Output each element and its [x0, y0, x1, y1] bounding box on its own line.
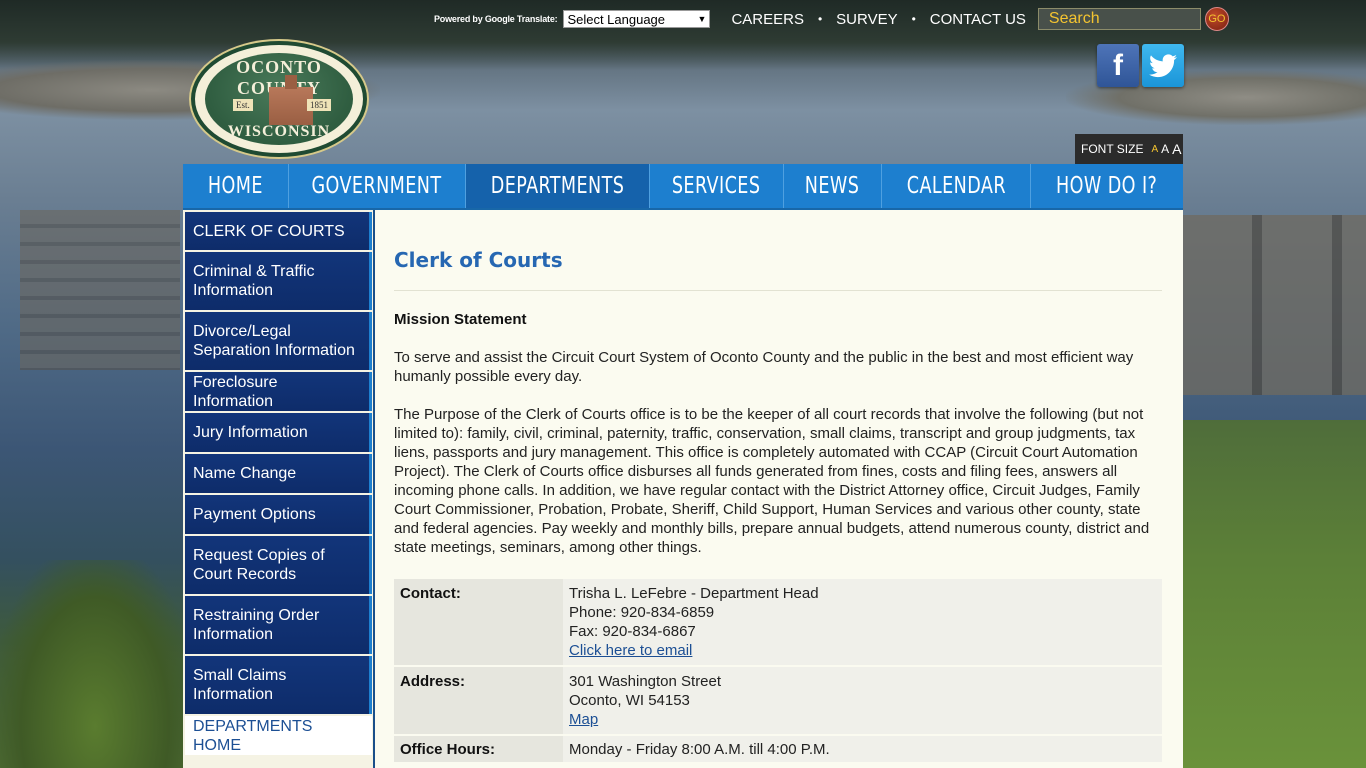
font-size-control: FONT SIZE A A A	[1075, 134, 1183, 164]
sidebar: CLERK OF COURTS Criminal & Traffic Infor…	[183, 210, 375, 768]
address-label: Address:	[394, 667, 563, 734]
nav-departments-label: DEPARTMENTS	[490, 173, 625, 199]
font-size-small-button[interactable]: A	[1151, 144, 1158, 155]
nav-home-label: HOME	[207, 173, 264, 199]
address-value: 301 Washington Street Oconto, WI 54153 M…	[563, 667, 1162, 734]
sidebar-item-jury[interactable]: Jury Information	[185, 413, 372, 452]
info-table: Contact: Trisha L. LeFebre - Department …	[394, 577, 1162, 764]
title-divider	[394, 290, 1162, 291]
search-input[interactable]: Search	[1037, 8, 1201, 30]
social-links: f	[1097, 44, 1184, 87]
table-row: Office Hours: Monday - Friday 8:00 A.M. …	[394, 736, 1162, 762]
logo-seal: OCONTO COUNTY Est. 1851 WISCONSIN	[205, 53, 353, 145]
sidebar-item-name-change[interactable]: Name Change	[185, 454, 372, 493]
main-navigation: HOME GOVERNMENT DEPARTMENTS SERVICES NEW…	[183, 164, 1183, 210]
sidebar-item-foreclosure[interactable]: Foreclosure Information	[185, 372, 372, 411]
nav-government[interactable]: GOVERNMENT	[289, 164, 466, 208]
twitter-icon[interactable]	[1142, 44, 1184, 87]
address-city: Oconto, WI 54153	[569, 692, 690, 709]
hours-label: Office Hours:	[394, 736, 563, 762]
hours-value: Monday - Friday 8:00 A.M. till 4:00 P.M.	[563, 736, 1162, 762]
nav-news-label: NEWS	[805, 173, 860, 199]
survey-link[interactable]: SURVEY	[836, 11, 897, 28]
logo-bottom-text: WISCONSIN	[227, 123, 331, 140]
utility-bar: Powered by Google Translate: Select Lang…	[434, 6, 1229, 32]
font-size-label: FONT SIZE	[1081, 142, 1144, 156]
search-placeholder: Search	[1048, 10, 1100, 27]
mission-heading: Mission Statement	[394, 311, 527, 328]
contact-value: Trisha L. LeFebre - Department Head Phon…	[563, 579, 1162, 665]
sidebar-item-request-copies[interactable]: Request Copies of Court Records	[185, 536, 372, 594]
nav-government-label: GOVERNMENT	[311, 173, 443, 199]
sidebar-item-small-claims[interactable]: Small Claims Information	[185, 656, 372, 714]
chevron-down-icon: ▼	[697, 14, 707, 24]
nav-departments[interactable]: DEPARTMENTS	[466, 164, 650, 208]
sidebar-item-departments-home[interactable]: DEPARTMENTS HOME	[185, 716, 372, 755]
nav-calendar[interactable]: CALENDAR	[882, 164, 1031, 208]
nav-calendar-label: CALENDAR	[906, 173, 1006, 199]
contact-phone: Phone: 920-834-6859	[569, 604, 715, 621]
background-grass-right	[1182, 420, 1366, 768]
separator-dot: •	[911, 12, 916, 26]
contact-fax: Fax: 920-834-6867	[569, 623, 696, 640]
sidebar-item-payment-options[interactable]: Payment Options	[185, 495, 372, 534]
table-row: Contact: Trisha L. LeFebre - Department …	[394, 579, 1162, 665]
email-link[interactable]: Click here to email	[569, 642, 692, 659]
sidebar-item-clerk-of-courts[interactable]: CLERK OF COURTS	[185, 212, 372, 250]
sidebar-item-criminal-traffic[interactable]: Criminal & Traffic Information	[185, 252, 372, 310]
nav-how-do-i[interactable]: HOW DO I?	[1031, 164, 1183, 208]
twitter-bird-icon	[1149, 53, 1177, 77]
address-street: 301 Washington Street	[569, 673, 722, 690]
contact-us-link[interactable]: CONTACT US	[930, 11, 1026, 28]
font-size-large-button[interactable]: A	[1172, 141, 1181, 157]
main-content: Clerk of Courts Mission Statement To ser…	[375, 210, 1183, 768]
careers-link[interactable]: CAREERS	[731, 11, 804, 28]
contact-label: Contact:	[394, 579, 563, 665]
page-title: Clerk of Courts	[394, 248, 563, 272]
language-select-value: Select Language	[567, 11, 666, 27]
sidebar-item-restraining-order[interactable]: Restraining Order Information	[185, 596, 372, 654]
search-go-button[interactable]: GO	[1204, 7, 1229, 31]
language-select[interactable]: Select Language ▼	[563, 10, 711, 28]
sidebar-item-divorce[interactable]: Divorce/Legal Separation Information	[185, 312, 372, 370]
separator-dot: •	[817, 12, 823, 26]
utility-links: CAREERS • SURVEY • CONTACT US	[731, 11, 1025, 28]
nav-services[interactable]: SERVICES	[650, 164, 784, 208]
purpose-text: The Purpose of the Clerk of Courts offic…	[394, 406, 1150, 556]
nav-services-label: SERVICES	[672, 173, 761, 199]
powered-by-google-translate: Powered by Google Translate:	[434, 14, 558, 24]
logo-est: Est.	[233, 99, 253, 111]
background-dock-right	[1182, 215, 1366, 395]
nav-news[interactable]: NEWS	[784, 164, 882, 208]
background-grass-left	[0, 560, 190, 768]
map-link[interactable]: Map	[569, 711, 598, 728]
nav-how-do-i-label: HOW DO I?	[1056, 173, 1158, 199]
oconto-county-logo[interactable]: OCONTO COUNTY Est. 1851 WISCONSIN	[191, 41, 367, 157]
facebook-icon[interactable]: f	[1097, 44, 1139, 87]
logo-year: 1851	[307, 99, 331, 111]
nav-home[interactable]: HOME	[183, 164, 289, 208]
table-row: Address: 301 Washington Street Oconto, W…	[394, 667, 1162, 734]
font-size-medium-button[interactable]: A	[1161, 142, 1169, 156]
background-dock-left	[20, 210, 180, 370]
mission-text: To serve and assist the Circuit Court Sy…	[394, 349, 1134, 385]
contact-name: Trisha L. LeFebre - Department Head	[569, 585, 819, 602]
